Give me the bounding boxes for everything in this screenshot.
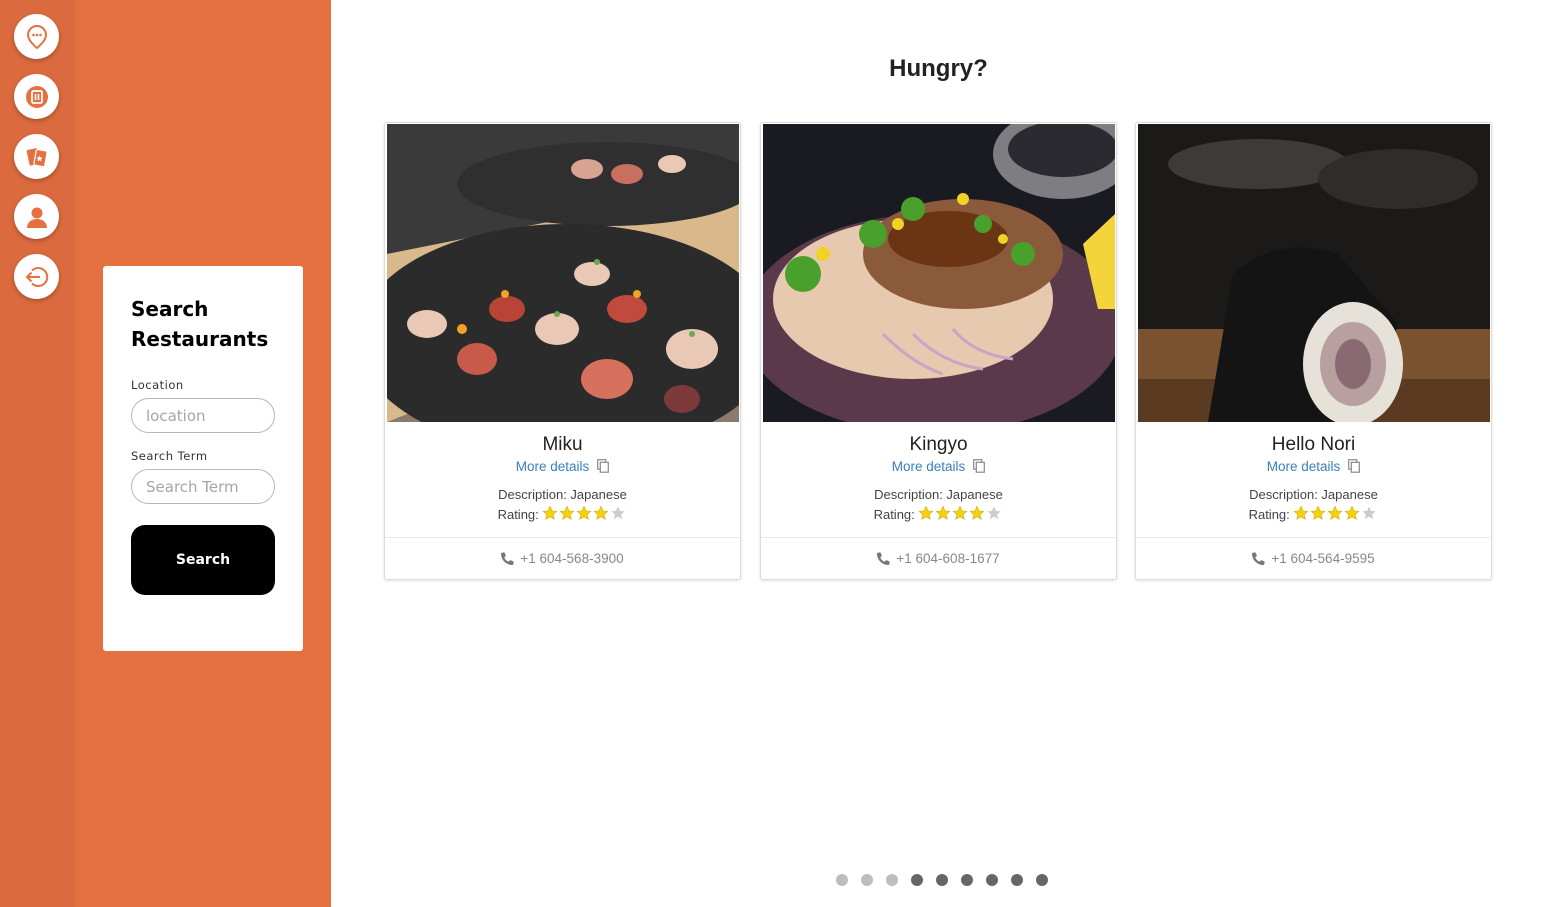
side-panel: Search Restaurants Location Search Term … — [75, 0, 331, 907]
page-heading: Hungry? — [889, 55, 988, 82]
rating-stars — [542, 505, 627, 527]
restaurant-description: Description: Japanese — [1249, 487, 1378, 502]
carousel-dot[interactable] — [911, 874, 923, 886]
carousel-dot[interactable] — [861, 874, 873, 886]
phone-icon — [877, 552, 891, 565]
nav-chat-location-button[interactable] — [14, 14, 59, 59]
carousel-dot[interactable] — [986, 874, 998, 886]
copy-icon[interactable] — [597, 459, 610, 473]
restaurant-card: Kingyo More details Description: Japanes… — [760, 122, 1117, 580]
restaurant-card: Hello Nori More details Description: Jap… — [1135, 122, 1492, 580]
carousel-dot[interactable] — [1036, 874, 1048, 886]
chat-location-icon — [26, 24, 47, 49]
card-footer: +1 604-564-9595 — [1136, 537, 1491, 579]
star-filled-icon — [1327, 505, 1343, 520]
card-footer: +1 604-568-3900 — [385, 537, 740, 579]
sushi-platter-image — [387, 124, 739, 422]
star-empty-icon — [611, 506, 626, 520]
star-filled-icon — [1344, 505, 1360, 520]
rating-line: Rating: — [385, 505, 740, 527]
restaurant-icon — [25, 85, 48, 108]
restaurant-photo[interactable] — [763, 124, 1115, 422]
restaurant-phone[interactable]: +1 604-568-3900 — [520, 551, 623, 566]
carousel-dot[interactable] — [836, 874, 848, 886]
search-card: Search Restaurants Location Search Term … — [103, 266, 303, 651]
star-filled-icon — [969, 505, 985, 520]
restaurant-phone[interactable]: +1 604-608-1677 — [896, 551, 999, 566]
carousel-dot[interactable] — [1011, 874, 1023, 886]
more-details-link[interactable]: More details — [516, 459, 590, 474]
search-button[interactable]: Search — [131, 525, 275, 595]
star-empty-icon — [987, 506, 1002, 520]
phone-icon — [501, 552, 515, 565]
copy-icon[interactable] — [973, 459, 986, 473]
more-details-line: More details — [1136, 458, 1491, 476]
restaurant-description: Description: Japanese — [874, 487, 1003, 502]
rating-line: Rating: — [1136, 505, 1491, 527]
restaurant-card: Miku More details Description: Japanese … — [384, 122, 741, 580]
rating-stars — [1293, 505, 1378, 527]
search-term-label: Search Term — [131, 449, 208, 463]
star-filled-icon — [1293, 505, 1309, 520]
app-page: Search Restaurants Location Search Term … — [0, 0, 1541, 907]
carousel-dot[interactable] — [886, 874, 898, 886]
star-empty-icon — [1362, 506, 1377, 520]
profile-icon — [26, 207, 47, 228]
star-filled-icon — [1310, 505, 1326, 520]
nav-profile-button[interactable] — [14, 194, 59, 239]
main-content: Hungry? Miku More details Description: J… — [331, 0, 1541, 907]
aburi-dish-image — [763, 124, 1115, 422]
icon-rail — [0, 0, 75, 907]
restaurant-photo[interactable] — [387, 124, 739, 422]
logout-icon — [25, 266, 48, 287]
rating-line: Rating: — [761, 505, 1116, 527]
search-term-input[interactable] — [131, 469, 275, 504]
star-filled-icon — [542, 505, 558, 520]
restaurant-name: Miku — [542, 434, 583, 455]
carousel-dot[interactable] — [936, 874, 948, 886]
restaurant-photo[interactable] — [1138, 124, 1490, 422]
more-details-line: More details — [385, 458, 740, 476]
rating-label: Rating: — [873, 507, 915, 522]
nav-cards-button[interactable] — [14, 134, 59, 179]
star-filled-icon — [559, 505, 575, 520]
card-body: Hello Nori More details Description: Jap… — [1136, 433, 1491, 527]
star-filled-icon — [576, 505, 592, 520]
card-footer: +1 604-608-1677 — [761, 537, 1116, 579]
more-details-link[interactable]: More details — [1267, 459, 1341, 474]
restaurant-phone[interactable]: +1 604-564-9595 — [1271, 551, 1374, 566]
star-filled-icon — [593, 505, 609, 520]
restaurant-description: Description: Japanese — [498, 487, 627, 502]
nav-restaurant-button[interactable] — [14, 74, 59, 119]
rating-label: Rating: — [1248, 507, 1290, 522]
star-filled-icon — [935, 505, 951, 520]
location-input[interactable] — [131, 398, 275, 433]
restaurant-name: Hello Nori — [1271, 434, 1356, 455]
star-filled-icon — [952, 505, 968, 520]
carousel-dot[interactable] — [961, 874, 973, 886]
copy-icon[interactable] — [1348, 459, 1361, 473]
hand-roll-image — [1138, 124, 1490, 422]
carousel-dots — [836, 874, 1048, 886]
cards-icon — [26, 147, 48, 167]
card-body: Kingyo More details Description: Japanes… — [761, 433, 1116, 527]
search-title: Search Restaurants — [131, 297, 269, 351]
more-details-link[interactable]: More details — [892, 459, 966, 474]
restaurant-name: Kingyo — [909, 434, 968, 455]
nav-logout-button[interactable] — [14, 254, 59, 299]
more-details-line: More details — [761, 458, 1116, 476]
card-body: Miku More details Description: Japanese … — [385, 433, 740, 527]
rating-label: Rating: — [497, 507, 539, 522]
star-filled-icon — [918, 505, 934, 520]
phone-icon — [1252, 552, 1266, 565]
rating-stars — [918, 505, 1003, 527]
location-label: Location — [131, 378, 184, 392]
